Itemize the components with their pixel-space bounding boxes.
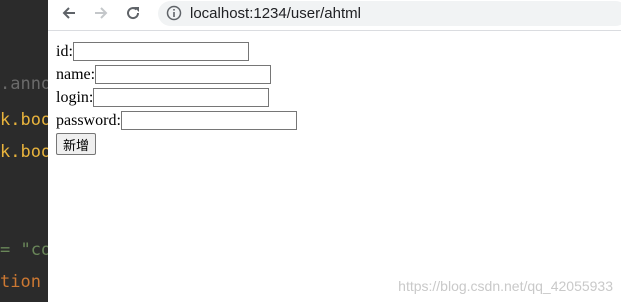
browser-window: localhost:1234/user/ahtml id: name: logi… (48, 0, 621, 302)
add-button[interactable]: 新增 (56, 133, 97, 155)
address-url[interactable]: localhost:1234/user/ahtml (190, 5, 361, 22)
code-line: k.boo (0, 142, 48, 162)
reload-icon (127, 7, 140, 20)
code-line: .anno (0, 74, 48, 94)
user-form: id: name: login: password: 新增 (56, 40, 297, 155)
watermark-text: https://blog.csdn.net/qq_42055933 (398, 278, 613, 294)
form-row-name: name: (56, 63, 297, 86)
login-label: login: (56, 88, 94, 106)
form-row-id: id: (56, 40, 297, 63)
info-circle-icon[interactable] (166, 5, 182, 21)
form-row-password: password: (56, 109, 297, 132)
name-input[interactable] (95, 65, 272, 84)
password-label: password: (56, 111, 121, 129)
name-label: name: (56, 65, 96, 83)
back-button[interactable] (54, 0, 84, 26)
reload-button[interactable] (118, 0, 148, 26)
code-line: = "co (0, 240, 48, 260)
login-input[interactable] (93, 88, 270, 107)
code-line: tion (0, 272, 48, 292)
browser-toolbar: localhost:1234/user/ahtml (48, 0, 621, 31)
code-editor-background: .anno k.boo k.boo = "co tion (0, 0, 48, 302)
form-row-login: login: (56, 86, 297, 109)
arrow-left-icon (62, 7, 75, 19)
arrow-right-icon (95, 7, 108, 19)
forward-button[interactable] (86, 0, 116, 26)
id-label: id: (56, 42, 73, 60)
password-input[interactable] (120, 111, 297, 130)
id-input[interactable] (72, 42, 249, 61)
address-bar[interactable]: localhost:1234/user/ahtml (158, 1, 621, 26)
code-line: k.boo (0, 110, 48, 130)
